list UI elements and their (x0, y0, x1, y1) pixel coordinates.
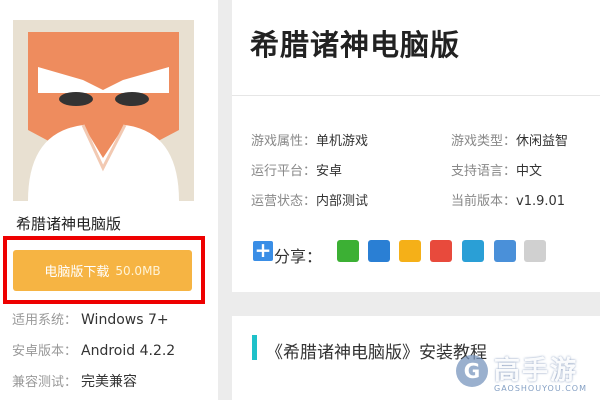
watermark-url: GAOSHOUYOU.COM (494, 384, 588, 393)
info-platform: 运行平台：安卓 (251, 160, 342, 179)
watermark-logo-icon: G (456, 355, 488, 387)
qq-icon[interactable] (368, 240, 390, 262)
info-value: v1.9.01 (516, 194, 566, 209)
info-type: 游戏类型：休闲益智 (451, 130, 568, 149)
divider (232, 95, 600, 96)
copy-icon[interactable] (524, 240, 546, 262)
meta-android: 安卓版本： Android 4.2.2 (12, 340, 175, 359)
info-key: 游戏属性： (251, 134, 317, 149)
info-attr: 游戏属性：单机游戏 (251, 130, 368, 149)
share-label: 分享： (274, 247, 323, 266)
meta-key: 适用系统： (12, 313, 78, 328)
info-value: 安卓 (316, 164, 343, 179)
download-size: 50.0MB (115, 263, 161, 278)
app-name: 希腊诸神电脑版 (16, 215, 122, 233)
info-key: 当前版本： (451, 194, 517, 209)
meta-key: 安卓版本： (12, 344, 78, 359)
meta-value: Android 4.2.2 (81, 343, 176, 359)
info-value: 中文 (516, 164, 543, 179)
info-lang: 支持语言：中文 (451, 160, 542, 179)
tencent-weibo-icon[interactable] (462, 240, 484, 262)
wechat-icon[interactable] (337, 240, 359, 262)
app-icon[interactable] (13, 20, 194, 201)
meta-value: 完美兼容 (81, 374, 138, 390)
tutorial-title: 《希腊诸神电脑版》安装教程 (266, 343, 487, 363)
meta-system: 适用系统： Windows 7+ (12, 309, 169, 328)
info-key: 游戏类型： (451, 134, 517, 149)
share-plus-icon[interactable]: + (253, 240, 273, 261)
watermark-brand: 高手游 (494, 356, 579, 386)
meta-value: Windows 7+ (81, 312, 169, 328)
info-key: 运营状态： (251, 194, 317, 209)
download-button[interactable]: 电脑版下载 50.0MB (13, 250, 192, 291)
print-icon[interactable] (494, 240, 516, 262)
info-value: 休闲益智 (516, 134, 569, 149)
info-status: 运营状态：内部测试 (251, 190, 368, 209)
info-key: 支持语言： (451, 164, 517, 179)
download-label: 电脑版下载 (44, 265, 110, 280)
meta-key: 兼容测试： (12, 375, 78, 390)
page-title: 希腊诸神电脑版 (250, 28, 461, 62)
info-value: 内部测试 (316, 194, 369, 209)
qzone-icon[interactable] (399, 240, 421, 262)
info-value: 单机游戏 (316, 134, 369, 149)
weibo-icon[interactable] (430, 240, 452, 262)
info-version: 当前版本：v1.9.01 (451, 190, 565, 209)
section-accent-bar (252, 335, 257, 360)
info-key: 运行平台： (251, 164, 317, 179)
meta-compat: 兼容测试： 完美兼容 (12, 371, 137, 391)
